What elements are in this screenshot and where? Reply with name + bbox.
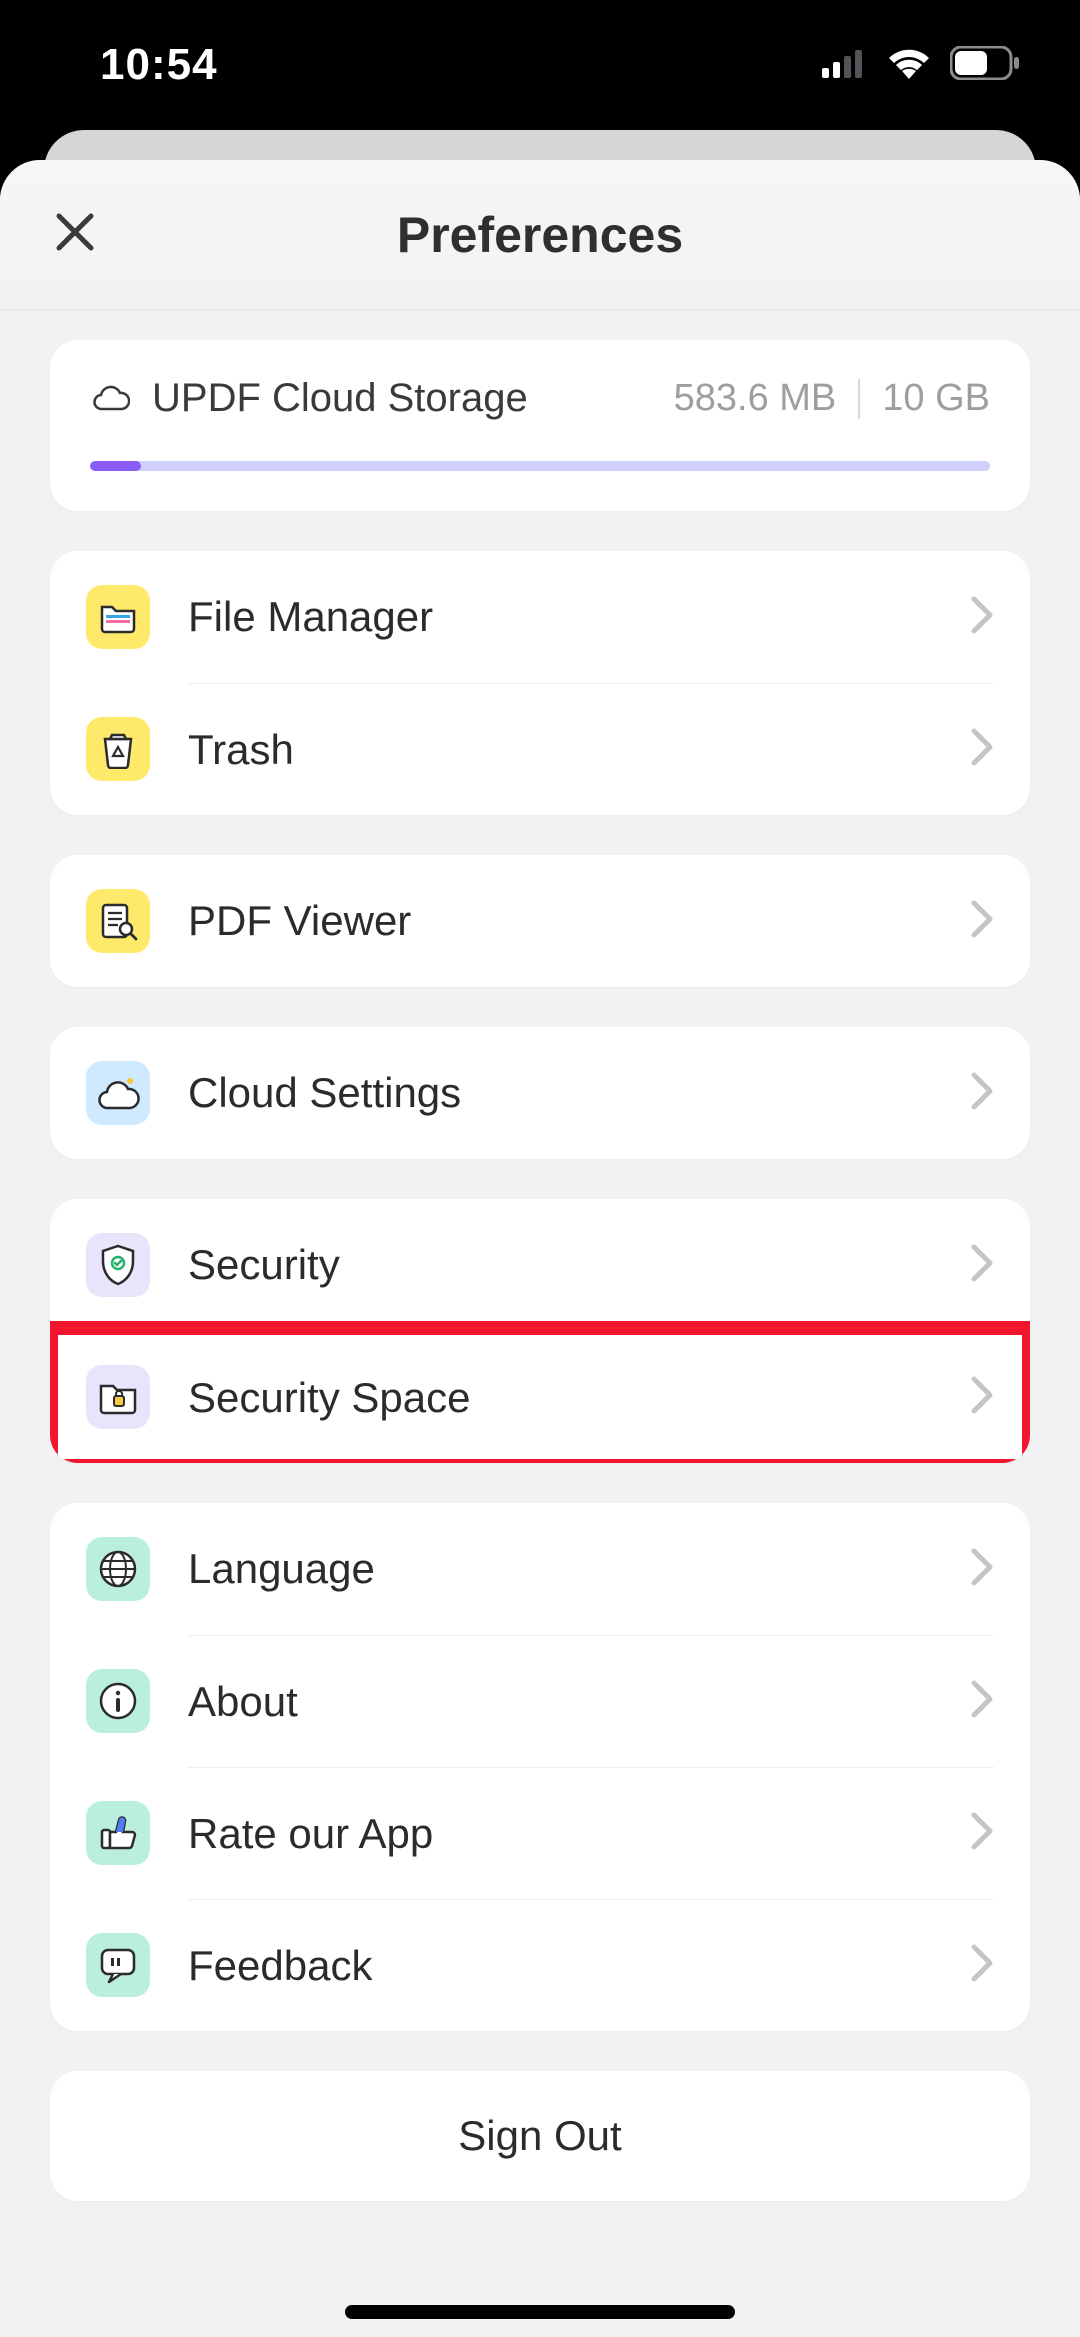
settings-row-trash[interactable]: Trash	[50, 683, 1030, 815]
sign-out-button[interactable]: Sign Out	[50, 2071, 1030, 2201]
settings-row-label: Cloud Settings	[188, 1069, 970, 1117]
settings-row-label: About	[188, 1678, 970, 1726]
document-search-icon	[86, 889, 150, 953]
chevron-right-icon	[970, 1547, 994, 1592]
chat-icon	[86, 1933, 150, 1997]
lock-folder-icon	[86, 1365, 150, 1429]
globe-icon	[86, 1537, 150, 1601]
storage-used: 583.6 MB	[674, 377, 837, 420]
chevron-right-icon	[970, 1811, 994, 1856]
sheet-body: UPDF Cloud Storage 583.6 MB 10 GB File M…	[0, 310, 1080, 2201]
sheet-header: Preferences	[0, 160, 1080, 310]
settings-group: File Manager Trash	[50, 551, 1030, 815]
trash-icon	[86, 717, 150, 781]
chevron-right-icon	[970, 899, 994, 944]
storage-progress	[90, 461, 990, 471]
storage-divider	[858, 379, 860, 419]
storage-total: 10 GB	[882, 377, 990, 420]
chevron-right-icon	[970, 595, 994, 640]
battery-icon	[950, 46, 1020, 85]
close-icon	[53, 210, 97, 259]
settings-row-rate[interactable]: Rate our App	[50, 1767, 1030, 1899]
settings-group: Language About Rate our App Feedback	[50, 1503, 1030, 2031]
settings-row-file-manager[interactable]: File Manager	[50, 551, 1030, 683]
settings-row-language[interactable]: Language	[50, 1503, 1030, 1635]
close-button[interactable]	[45, 205, 105, 265]
preferences-sheet: Preferences UPDF Cloud Storage 583.6 MB …	[0, 160, 1080, 2337]
chevron-right-icon	[970, 1943, 994, 1988]
chevron-right-icon	[970, 1071, 994, 1116]
info-icon	[86, 1669, 150, 1733]
status-bar: 10:54	[0, 0, 1080, 130]
settings-group: Cloud Settings	[50, 1027, 1030, 1159]
status-icons	[822, 46, 1020, 85]
settings-row-label: Feedback	[188, 1942, 970, 1990]
settings-row-cloud-settings[interactable]: Cloud Settings	[50, 1027, 1030, 1159]
storage-card[interactable]: UPDF Cloud Storage 583.6 MB 10 GB	[50, 340, 1030, 511]
chevron-right-icon	[970, 1679, 994, 1724]
chevron-right-icon	[970, 1243, 994, 1288]
settings-row-label: Trash	[188, 726, 970, 774]
settings-row-label: PDF Viewer	[188, 897, 970, 945]
status-time: 10:54	[100, 40, 218, 90]
settings-row-security[interactable]: Security	[50, 1199, 1030, 1331]
wifi-icon	[886, 46, 932, 85]
cellular-icon	[822, 48, 868, 83]
cloud-outline-icon	[90, 381, 130, 416]
settings-row-label: Rate our App	[188, 1810, 970, 1858]
chevron-right-icon	[970, 727, 994, 772]
settings-row-label: Security Space	[188, 1374, 970, 1422]
cloud-icon	[86, 1061, 150, 1125]
chevron-right-icon	[970, 1375, 994, 1420]
settings-row-label: File Manager	[188, 593, 970, 641]
storage-label: UPDF Cloud Storage	[152, 376, 528, 421]
storage-progress-fill	[90, 461, 141, 471]
page-title: Preferences	[397, 206, 683, 264]
settings-row-pdf-viewer[interactable]: PDF Viewer	[50, 855, 1030, 987]
shield-icon	[86, 1233, 150, 1297]
settings-group: Security Security Space	[50, 1199, 1030, 1463]
settings-row-feedback[interactable]: Feedback	[50, 1899, 1030, 2031]
settings-row-label: Security	[188, 1241, 970, 1289]
settings-row-about[interactable]: About	[50, 1635, 1030, 1767]
settings-row-security-space[interactable]: Security Space	[50, 1331, 1030, 1463]
folder-icon	[86, 585, 150, 649]
sign-out-label: Sign Out	[458, 2112, 621, 2160]
settings-group: PDF Viewer	[50, 855, 1030, 987]
thumbs-up-icon	[86, 1801, 150, 1865]
home-indicator[interactable]	[345, 2305, 735, 2319]
settings-row-label: Language	[188, 1545, 970, 1593]
